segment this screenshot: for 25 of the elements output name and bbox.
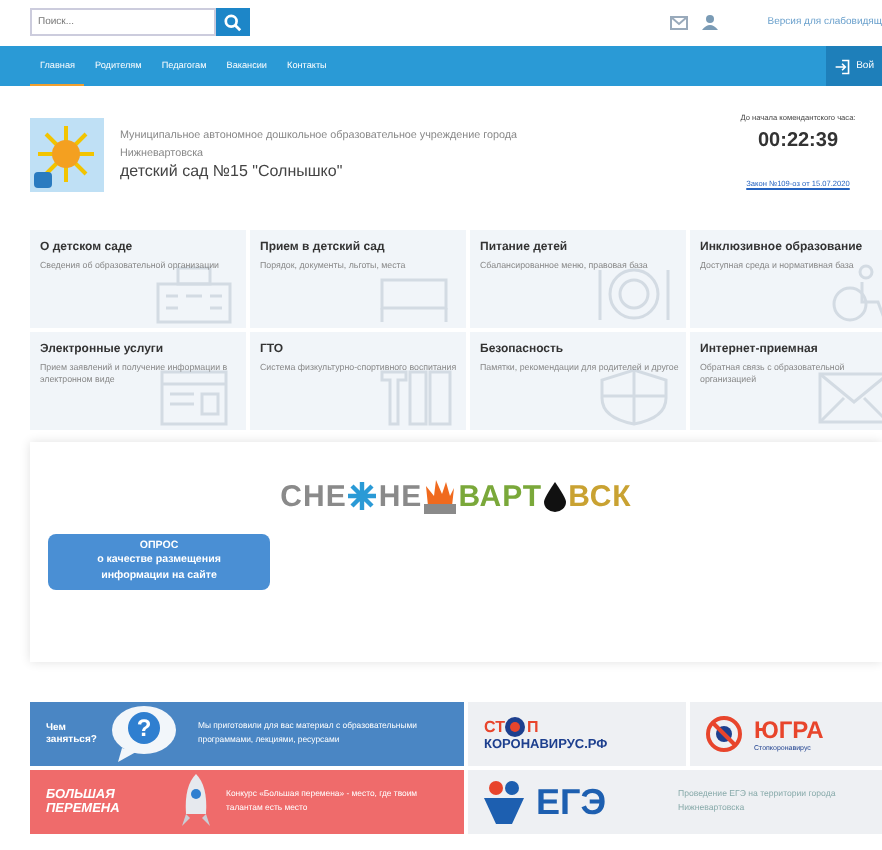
logo-text: ВАРТ [458,479,543,513]
snowflake-icon [348,482,377,510]
speech-bubble-icon [112,706,176,762]
kindergarten-name: детский сад №15 "Солнышко" [120,161,345,180]
question-mark: ? [136,714,152,742]
search-button[interactable] [216,8,250,36]
drop-icon [544,481,567,511]
flame-icon [424,478,457,514]
user-icon[interactable] [701,14,718,30]
rocket-icon [182,774,210,830]
people-icon [484,780,524,824]
logo-text: СНЕ [280,479,347,513]
banner-title: ЮГРА [754,716,824,744]
logo-text: ВСК [568,479,632,513]
search-icon [224,13,242,31]
banner-title: ЕГЭ [536,781,607,823]
sun-logo-icon [30,117,104,191]
countdown-timer: 00:22:39 [755,129,841,151]
virus-icon [504,716,527,738]
login-icon [834,57,851,75]
banner-title: П [526,718,539,736]
logo-text: НЕ [378,479,423,513]
banner-title: СТ [484,718,505,736]
virus-icon [706,716,742,752]
mail-icon[interactable] [669,15,688,29]
